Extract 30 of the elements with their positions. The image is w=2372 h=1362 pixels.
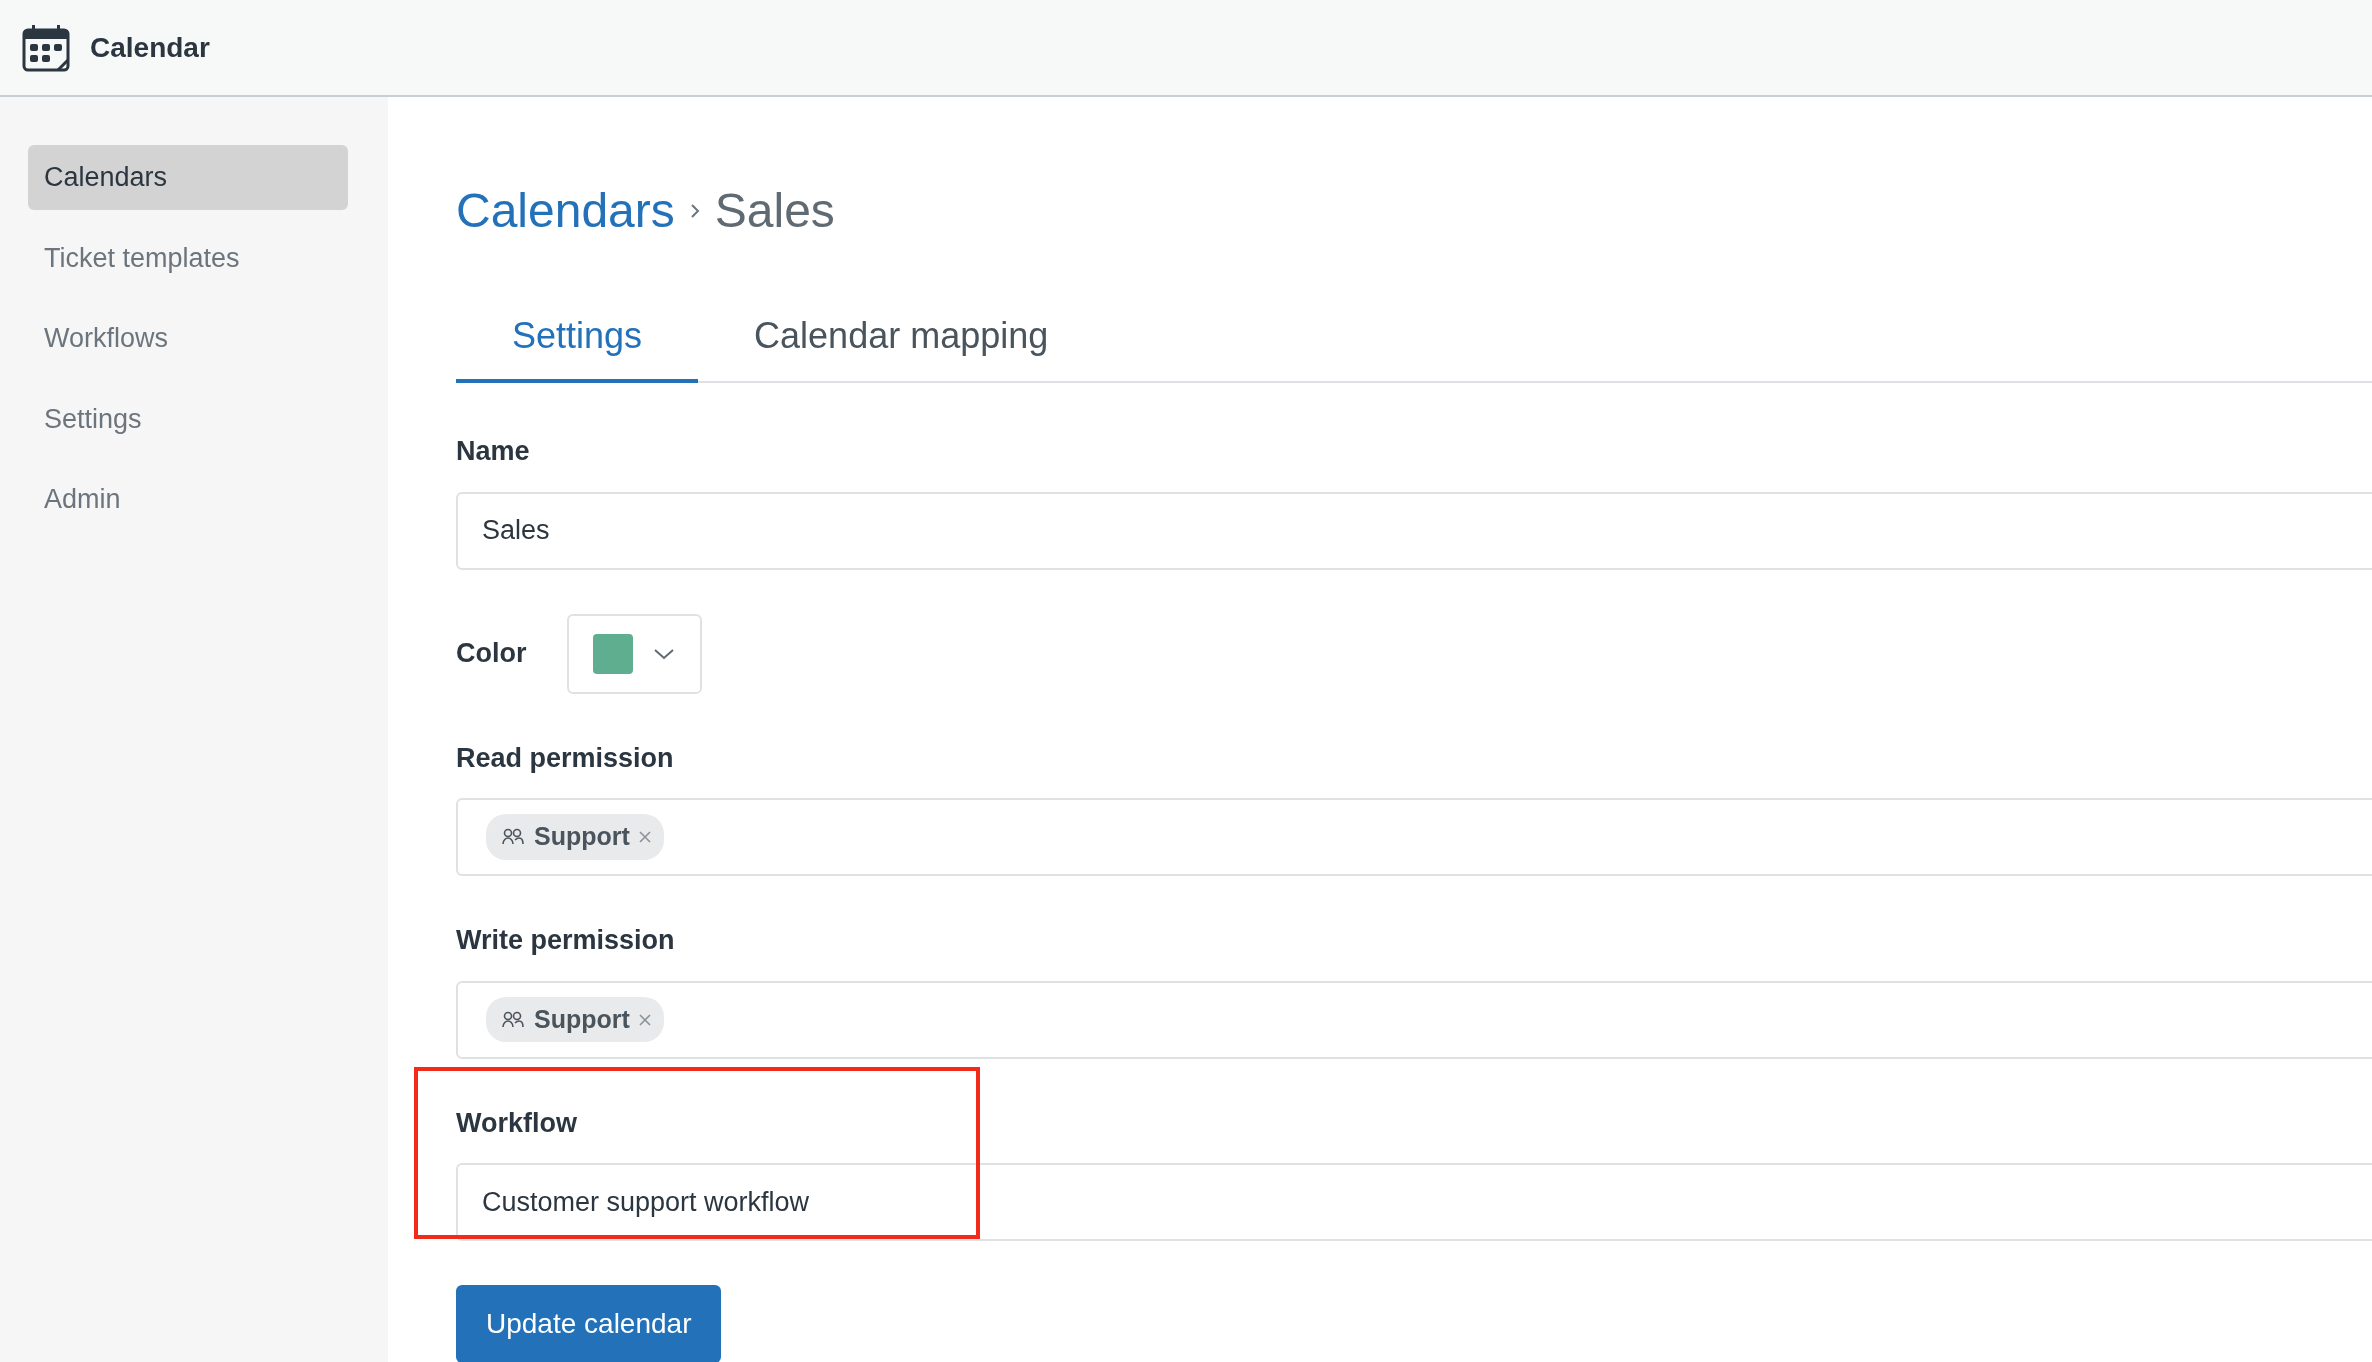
tag-chip[interactable]: Support bbox=[486, 996, 664, 1043]
field-label: Color bbox=[456, 637, 527, 671]
sidebar-item[interactable]: Admin bbox=[28, 467, 348, 532]
close-icon[interactable] bbox=[637, 830, 652, 844]
sidebar-item[interactable]: Workflows bbox=[28, 306, 348, 371]
close-icon[interactable] bbox=[637, 1012, 652, 1027]
text-field[interactable]: Customer support workflow bbox=[456, 1163, 2372, 1241]
field-label: Read permission bbox=[456, 741, 675, 775]
color-picker[interactable] bbox=[566, 613, 702, 694]
tab[interactable]: Calendar mapping bbox=[698, 295, 1105, 383]
field-label: Name bbox=[456, 435, 531, 468]
field-label: Workflow bbox=[456, 1106, 578, 1140]
field-label: Write permission bbox=[456, 924, 676, 957]
breadcrumb-current: Sales bbox=[714, 183, 835, 239]
app-title: Calendar bbox=[90, 30, 210, 65]
tab[interactable]: Settings bbox=[456, 295, 699, 383]
tag-field[interactable]: Support bbox=[456, 980, 2372, 1059]
sidebar-item[interactable]: Ticket templates bbox=[28, 225, 348, 290]
update-calendar-button[interactable]: Update calendar bbox=[456, 1285, 722, 1362]
chevron-down-icon bbox=[653, 647, 675, 660]
text-field[interactable]: Sales bbox=[456, 491, 2372, 570]
tag-chip[interactable]: Support bbox=[486, 814, 664, 860]
calendar-icon bbox=[22, 23, 70, 72]
sidebar-item[interactable]: Settings bbox=[28, 386, 348, 451]
tag-field[interactable]: Support bbox=[456, 798, 2372, 876]
sidebar-item[interactable]: Calendars bbox=[28, 145, 348, 210]
tag-label: Support bbox=[534, 821, 630, 853]
chevron-right-icon bbox=[688, 202, 701, 220]
tag-label: Support bbox=[534, 1003, 630, 1035]
breadcrumb-link[interactable]: Calendars bbox=[456, 175, 675, 247]
